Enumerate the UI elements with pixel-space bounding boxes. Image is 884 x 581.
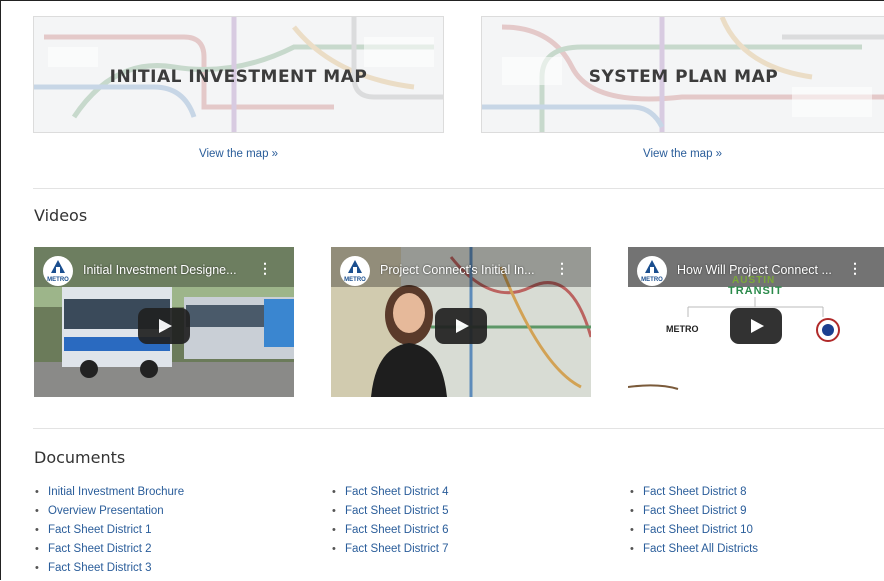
play-button-icon[interactable] — [435, 308, 487, 344]
section-divider — [33, 428, 884, 429]
system-plan-map-card[interactable]: SYSTEM PLAN MAP — [481, 16, 884, 133]
document-link[interactable]: Fact Sheet District 10 — [643, 524, 753, 536]
documents-heading: Documents — [34, 448, 126, 467]
video-title[interactable]: Initial Investment Designe... — [83, 263, 262, 277]
metro-logo-icon — [348, 260, 362, 273]
document-link[interactable]: Fact Sheet District 4 — [345, 486, 449, 498]
document-link[interactable]: Overview Presentation — [48, 505, 164, 517]
metro-logo-icon — [51, 260, 65, 273]
initial-investment-map-card[interactable]: INITIAL INVESTMENT MAP — [33, 16, 444, 133]
view-system-plan-map-link[interactable]: View the map » — [643, 148, 722, 160]
list-item: Fact Sheet District 2 — [34, 543, 184, 562]
document-link[interactable]: Fact Sheet District 9 — [643, 505, 747, 517]
documents-column-2: Fact Sheet District 4 Fact Sheet Distric… — [331, 486, 449, 562]
more-options-icon[interactable]: ⋮ — [848, 260, 862, 277]
map-card-title: SYSTEM PLAN MAP — [588, 67, 779, 87]
document-link[interactable]: Fact Sheet District 3 — [48, 562, 152, 574]
play-button-icon[interactable] — [730, 308, 782, 344]
list-item: Fact Sheet District 6 — [331, 524, 449, 543]
document-link[interactable]: Fact Sheet District 7 — [345, 543, 449, 555]
list-item: Fact Sheet District 1 — [34, 524, 184, 543]
list-item: Fact Sheet District 3 — [34, 562, 184, 581]
channel-name: METRO — [641, 277, 663, 283]
list-item: Overview Presentation — [34, 505, 184, 524]
documents-column-1: Initial Investment Brochure Overview Pre… — [34, 486, 184, 581]
document-link[interactable]: Fact Sheet District 5 — [345, 505, 449, 517]
metro-logo-icon — [645, 260, 659, 273]
video-title[interactable]: How Will Project Connect ... — [677, 263, 852, 277]
list-item: Fact Sheet District 8 — [629, 486, 758, 505]
document-link[interactable]: Fact Sheet District 2 — [48, 543, 152, 555]
more-options-icon[interactable]: ⋮ — [258, 260, 272, 277]
videos-heading: Videos — [34, 206, 88, 225]
document-link[interactable]: Fact Sheet District 1 — [48, 524, 152, 536]
list-item: Initial Investment Brochure — [34, 486, 184, 505]
play-button-icon[interactable] — [138, 308, 190, 344]
metro-slide-text: METRO — [666, 324, 699, 334]
list-item: Fact Sheet District 4 — [331, 486, 449, 505]
channel-avatar[interactable]: METRO — [43, 256, 73, 286]
list-item: Fact Sheet District 5 — [331, 505, 449, 524]
section-divider — [33, 188, 884, 189]
list-item: Fact Sheet District 10 — [629, 524, 758, 543]
documents-column-3: Fact Sheet District 8 Fact Sheet Distric… — [629, 486, 758, 562]
list-item: Fact Sheet District 7 — [331, 543, 449, 562]
transit-text: TRANSIT — [728, 285, 783, 297]
view-initial-investment-map-link[interactable]: View the map » — [199, 148, 278, 160]
video-player-2[interactable]: METRO Project Connect's Initial In... ⋮ — [331, 247, 591, 397]
channel-avatar[interactable]: METRO — [340, 256, 370, 286]
map-card-title: INITIAL INVESTMENT MAP — [109, 67, 368, 87]
document-link[interactable]: Fact Sheet District 6 — [345, 524, 449, 536]
document-link[interactable]: Fact Sheet District 8 — [643, 486, 747, 498]
list-item: Fact Sheet District 9 — [629, 505, 758, 524]
document-link[interactable]: Initial Investment Brochure — [48, 486, 184, 498]
channel-name: METRO — [47, 277, 69, 283]
video-player-3[interactable]: AUSTIN TRANSIT METRO METRO How Will Proj… — [628, 247, 884, 397]
channel-avatar[interactable]: METRO — [637, 256, 667, 286]
list-item: Fact Sheet All Districts — [629, 543, 758, 562]
channel-name: METRO — [344, 277, 366, 283]
video-player-1[interactable]: METRO Initial Investment Designe... ⋮ — [34, 247, 294, 397]
document-link[interactable]: Fact Sheet All Districts — [643, 543, 758, 555]
more-options-icon[interactable]: ⋮ — [555, 260, 569, 277]
video-title[interactable]: Project Connect's Initial In... — [380, 263, 559, 277]
